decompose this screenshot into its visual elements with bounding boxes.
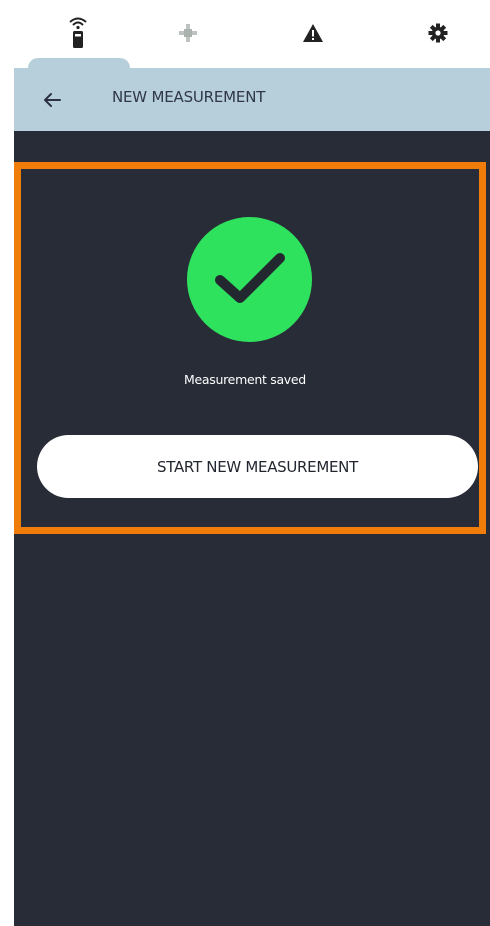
screen-header: NEW MEASUREMENT [14, 68, 490, 131]
tab-device[interactable] [48, 10, 108, 56]
tab-target[interactable] [158, 10, 218, 56]
success-indicator [187, 217, 312, 342]
start-new-measurement-button[interactable]: START NEW MEASUREMENT [37, 435, 478, 498]
status-message: Measurement saved [184, 372, 306, 387]
page-title: NEW MEASUREMENT [112, 88, 266, 106]
crosshair-icon [179, 24, 197, 42]
top-tab-bar [14, 0, 490, 72]
tab-alerts[interactable] [283, 10, 343, 56]
app-screen: NEW MEASUREMENT Measurement saved START … [0, 0, 490, 926]
gear-icon [428, 23, 448, 43]
remote-sensor-icon [69, 17, 87, 48]
back-button[interactable] [32, 80, 72, 120]
tab-settings[interactable] [408, 10, 468, 56]
arrow-left-icon [44, 93, 61, 107]
checkmark-icon [214, 252, 285, 303]
warning-icon [303, 24, 323, 42]
